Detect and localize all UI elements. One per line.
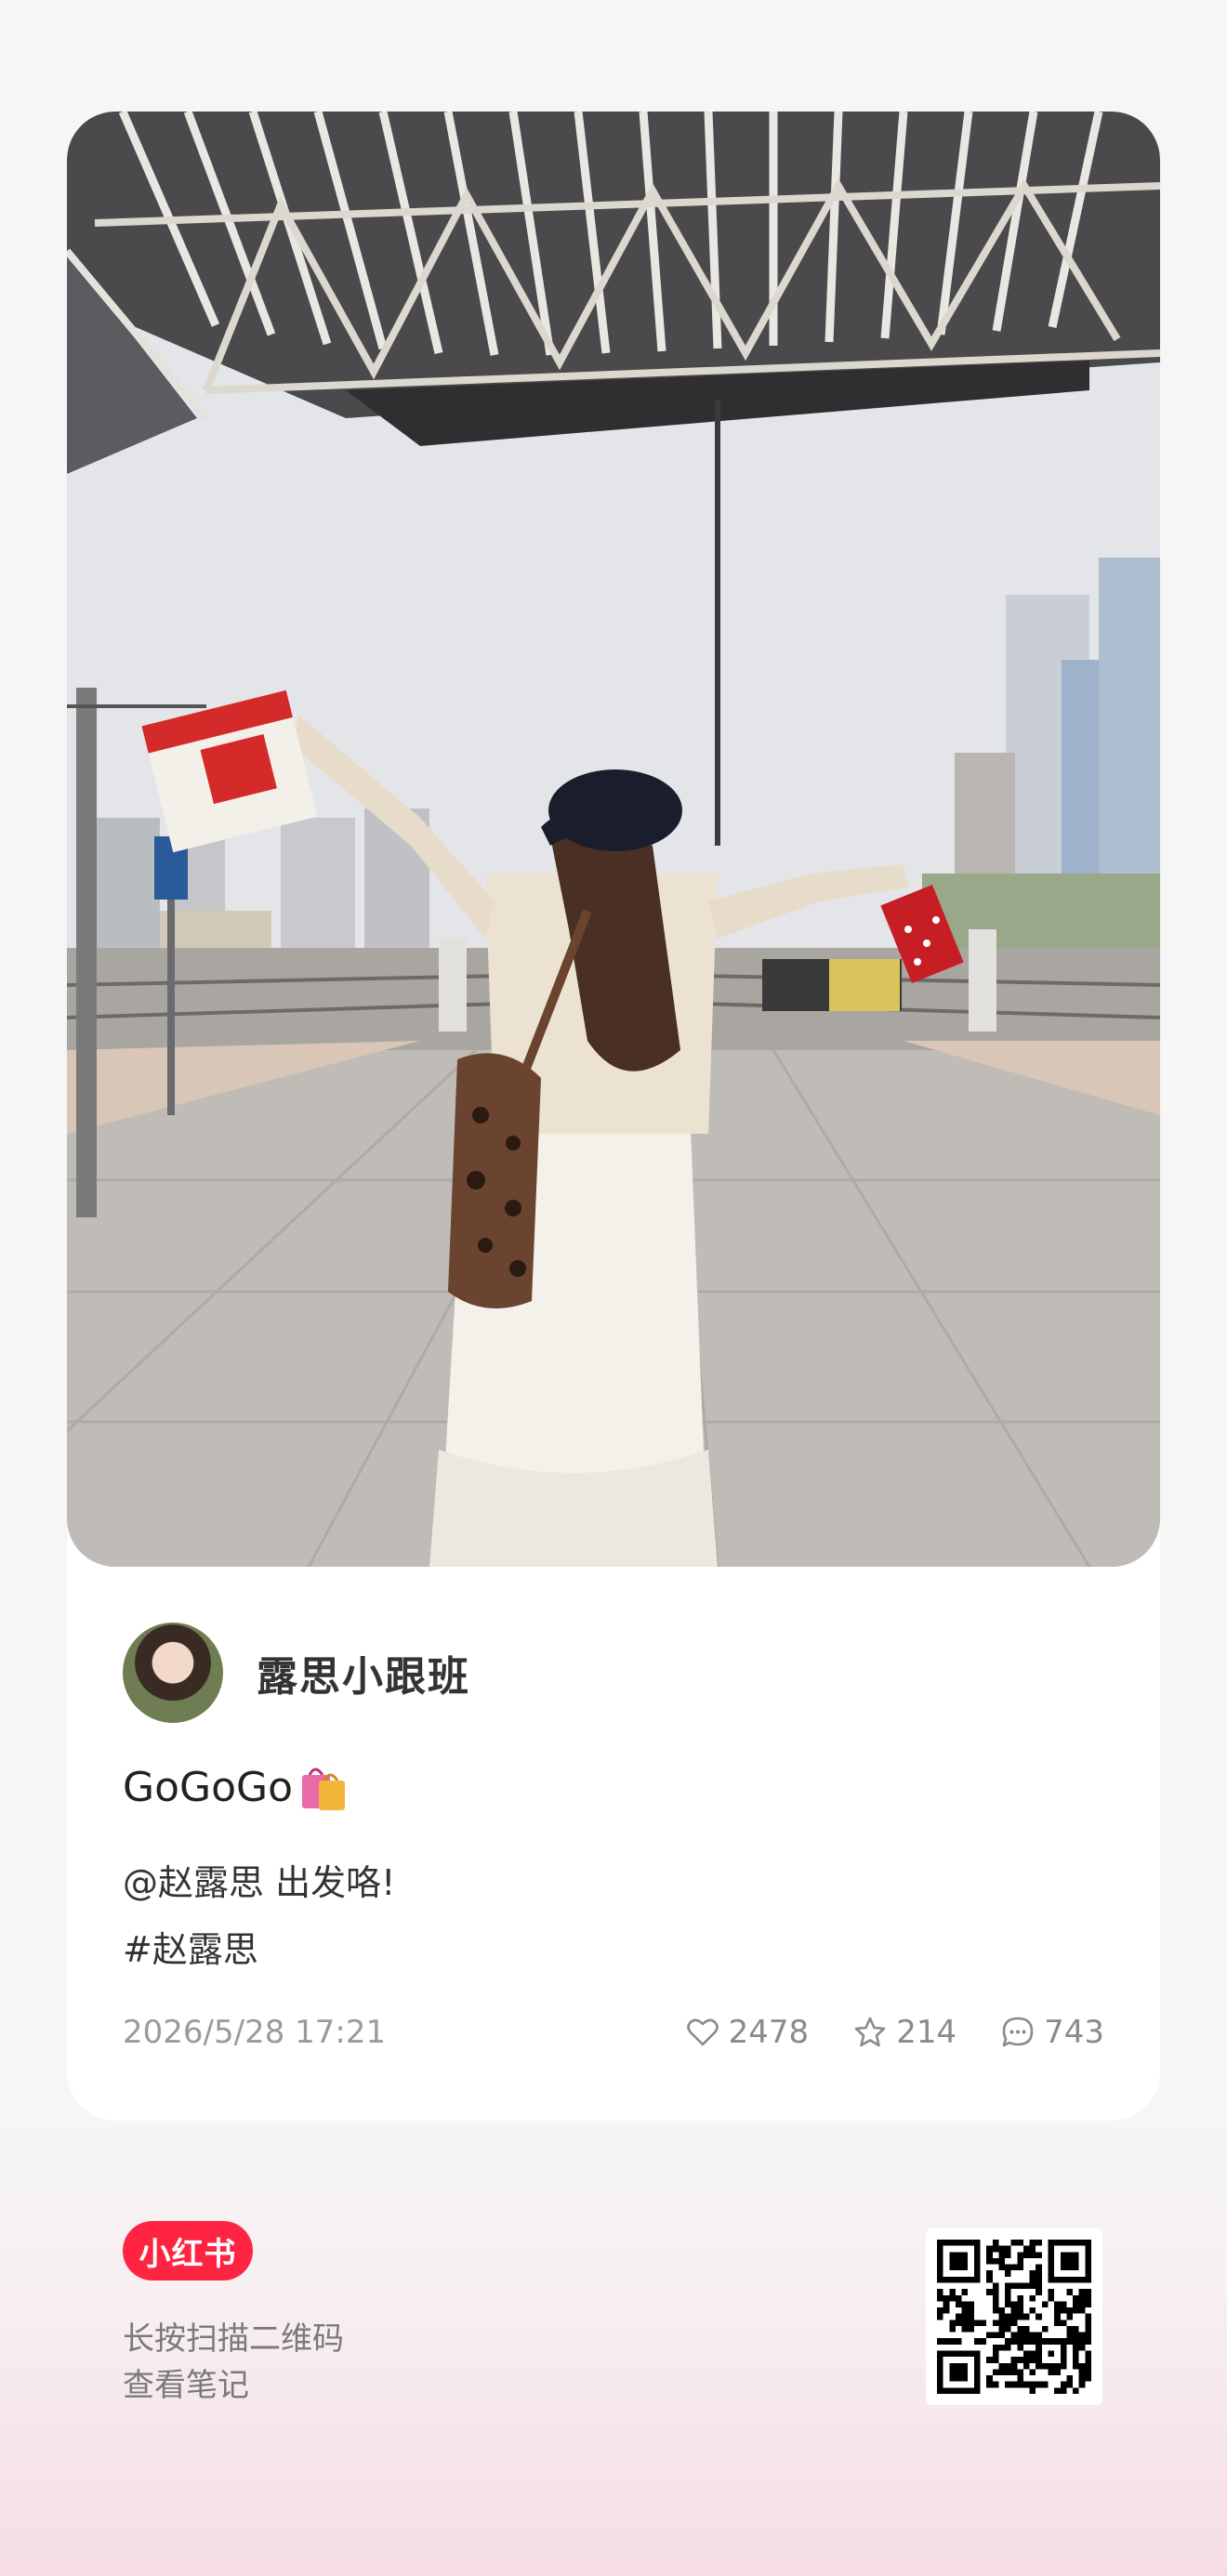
collect-stat[interactable]: 214: [851, 2014, 957, 2051]
post-title-text: GoGoGo: [123, 1763, 294, 1811]
qr-code-pattern: [937, 2240, 1091, 2394]
collect-count: 214: [896, 2014, 957, 2051]
like-count: 2478: [728, 2014, 810, 2051]
comment-stat[interactable]: 743: [999, 2014, 1104, 2051]
station-platform-photo: [67, 112, 1160, 1567]
scan-hint: 长按扫描二维码 查看笔记: [123, 2316, 344, 2409]
like-stat[interactable]: 2478: [684, 2014, 810, 2051]
scan-hint-line1: 长按扫描二维码: [123, 2320, 344, 2358]
post-body-line-mention[interactable]: @赵露思 出发咯!: [123, 1849, 395, 1916]
post-meta: 2026/5/28 17:21 2478 214 743: [123, 2009, 1104, 2056]
author-name[interactable]: 露思小跟班: [257, 1643, 470, 1702]
note-card: 露思小跟班 GoGoGo @赵露思 出发咯! #赵露思 2026/5/28 17…: [67, 112, 1160, 2121]
scan-hint-line2: 查看笔记: [123, 2367, 249, 2404]
comment-icon: [1002, 2017, 1034, 2047]
author-avatar[interactable]: [123, 1623, 223, 1723]
post-timestamp: 2026/5/28 17:21: [123, 2014, 387, 2051]
shopping-bags-icon: [297, 1760, 350, 1814]
comment-count: 743: [1044, 2014, 1104, 2051]
engagement-stats: 2478 214 743: [684, 2014, 1104, 2051]
author-row[interactable]: 露思小跟班: [123, 1623, 470, 1723]
post-body-line-hashtag[interactable]: #赵露思: [123, 1916, 395, 1983]
post-title: GoGoGo: [123, 1760, 350, 1814]
qr-code-icon[interactable]: [926, 2228, 1102, 2405]
post-body: @赵露思 出发咯! #赵露思: [123, 1849, 395, 1983]
star-icon: [854, 2017, 886, 2047]
heart-icon: [686, 2018, 719, 2046]
xiaohongshu-logo: 小红书: [123, 2221, 253, 2280]
post-photo[interactable]: [67, 112, 1160, 1567]
